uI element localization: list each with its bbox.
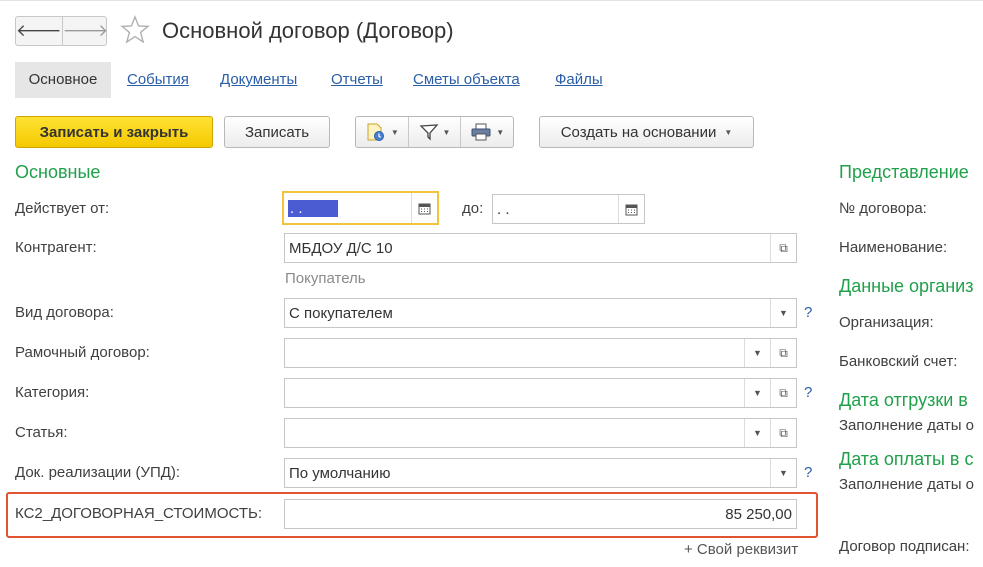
chevron-down-icon: ▼ <box>724 127 733 137</box>
contract-number-label: № договора: <box>839 200 927 217</box>
contract-type-value: С покупателем <box>289 304 393 322</box>
article-label: Статья: <box>15 424 68 441</box>
section-org-data-heading: Данные организ <box>839 276 974 296</box>
open-icon: ⧉ <box>779 425 788 440</box>
counterparty-label: Контрагент: <box>15 239 97 256</box>
nav-buttons: 🡐 🡒 <box>15 16 109 46</box>
tab-documents[interactable]: Документы <box>220 62 297 98</box>
chevron-down-icon: ▼ <box>779 468 788 478</box>
sales-doc-label: Док. реализации (УПД): <box>15 464 181 481</box>
ship-date-fill-label: Заполнение даты о <box>839 417 975 434</box>
tab-files[interactable]: Файлы <box>555 62 603 98</box>
open-icon: ⧉ <box>779 345 788 360</box>
valid-from-value-wrap: . . <box>284 193 411 223</box>
dropdown-button[interactable]: ▼ <box>744 419 770 447</box>
name-label: Наименование: <box>839 239 948 256</box>
save-button[interactable]: Записать <box>224 116 330 148</box>
dropdown-button[interactable]: ▼ <box>744 379 770 407</box>
ks2-contract-cost-field[interactable]: 85 250,00 <box>284 499 797 529</box>
organization-label: Организация: <box>839 314 934 331</box>
valid-to-value: . . <box>497 200 510 218</box>
chevron-down-icon: ▼ <box>496 127 505 137</box>
chevron-down-icon: ▼ <box>753 428 762 438</box>
tab-events[interactable]: События <box>127 62 189 98</box>
help-icon[interactable]: ? <box>804 384 812 401</box>
signed-by-label: Договор подписан: <box>839 538 970 555</box>
create-based-on-label: Создать на основании <box>560 123 717 141</box>
filter-menu-button[interactable]: ▼ <box>407 117 461 147</box>
section-ship-date-heading: Дата отгрузки в <box>839 390 968 410</box>
window-top-border <box>0 0 983 4</box>
open-button[interactable]: ⧉ <box>770 379 796 407</box>
contract-type-select[interactable]: С покупателем ▼ <box>284 298 797 328</box>
valid-to-date-field[interactable]: . . <box>492 194 645 224</box>
save-and-close-button[interactable]: Записать и закрыть <box>15 116 213 148</box>
valid-from-label: Действует от: <box>15 200 110 217</box>
section-presentation-heading: Представление <box>839 162 969 182</box>
chevron-down-icon: ▼ <box>442 127 451 137</box>
category-field[interactable]: ▼ ⧉ <box>284 378 797 408</box>
tab-estimates[interactable]: Сметы объекта <box>413 62 520 98</box>
category-label: Категория: <box>15 384 90 401</box>
dropdown-button[interactable]: ▼ <box>770 299 796 327</box>
report-icon <box>367 123 384 141</box>
calendar-icon <box>418 203 431 214</box>
open-icon: ⧉ <box>779 240 788 255</box>
section-pay-date-heading: Дата оплаты в с <box>839 449 974 469</box>
print-icon <box>471 123 491 141</box>
print-menu-button[interactable]: ▼ <box>460 117 513 147</box>
calendar-icon <box>625 204 638 215</box>
report-menu-button[interactable]: ▼ <box>356 117 408 147</box>
counterparty-value: МБДОУ Д/С 10 <box>289 239 393 257</box>
chevron-down-icon: ▼ <box>390 127 399 137</box>
chevron-down-icon: ▼ <box>753 388 762 398</box>
section-main-heading: Основные <box>15 162 101 182</box>
calendar-button[interactable] <box>618 195 644 223</box>
valid-from-date-field[interactable]: . . <box>282 191 439 225</box>
open-icon: ⧉ <box>779 385 788 400</box>
to-label: до: <box>462 200 484 217</box>
help-icon[interactable]: ? <box>804 304 812 321</box>
dropdown-button[interactable]: ▼ <box>770 459 796 487</box>
frame-contract-value <box>285 339 744 367</box>
bank-account-label: Банковский счет: <box>839 353 958 370</box>
open-button[interactable]: ⧉ <box>770 234 796 262</box>
chevron-down-icon: ▼ <box>779 308 788 318</box>
sales-doc-value: По умолчанию <box>289 464 391 482</box>
forward-button[interactable]: 🡒 <box>61 17 109 45</box>
article-field[interactable]: ▼ ⧉ <box>284 418 797 448</box>
pay-date-fill-label: Заполнение даты о <box>839 476 975 493</box>
category-value <box>285 379 744 407</box>
counterparty-hint: Покупатель <box>285 270 366 287</box>
ks2-label: КС2_ДОГОВОРНАЯ_СТОИМОСТЬ: <box>15 505 262 522</box>
dropdown-button[interactable]: ▼ <box>744 339 770 367</box>
sales-doc-select[interactable]: По умолчанию ▼ <box>284 458 797 488</box>
open-button[interactable]: ⧉ <box>770 419 796 447</box>
frame-contract-label: Рамочный договор: <box>15 344 150 361</box>
tab-reports[interactable]: Отчеты <box>331 62 383 98</box>
valid-from-value: . . <box>288 199 338 217</box>
toolbar-icon-group: ▼ ▼ ▼ <box>355 116 514 148</box>
ks2-value: 85 250,00 <box>725 505 792 523</box>
add-own-attribute-link[interactable]: + Свой реквизит <box>684 541 798 558</box>
tab-main[interactable]: Основное <box>15 62 111 98</box>
counterparty-field[interactable]: МБДОУ Д/С 10 ⧉ <box>284 233 797 263</box>
create-based-on-button[interactable]: Создать на основании ▼ <box>539 116 754 148</box>
back-button[interactable]: 🡐 <box>16 17 62 45</box>
article-value <box>285 419 744 447</box>
filter-icon <box>419 124 439 141</box>
help-icon[interactable]: ? <box>804 464 812 481</box>
open-button[interactable]: ⧉ <box>770 339 796 367</box>
frame-contract-field[interactable]: ▼ ⧉ <box>284 338 797 368</box>
favorite-star-icon[interactable] <box>120 15 150 45</box>
arrow-right-icon: 🡒 <box>62 21 109 40</box>
contract-type-label: Вид договора: <box>15 304 114 321</box>
arrow-left-icon: 🡐 <box>16 21 62 40</box>
calendar-button[interactable] <box>411 193 437 223</box>
chevron-down-icon: ▼ <box>753 348 762 358</box>
page-title: Основной договор (Договор) <box>162 18 454 43</box>
